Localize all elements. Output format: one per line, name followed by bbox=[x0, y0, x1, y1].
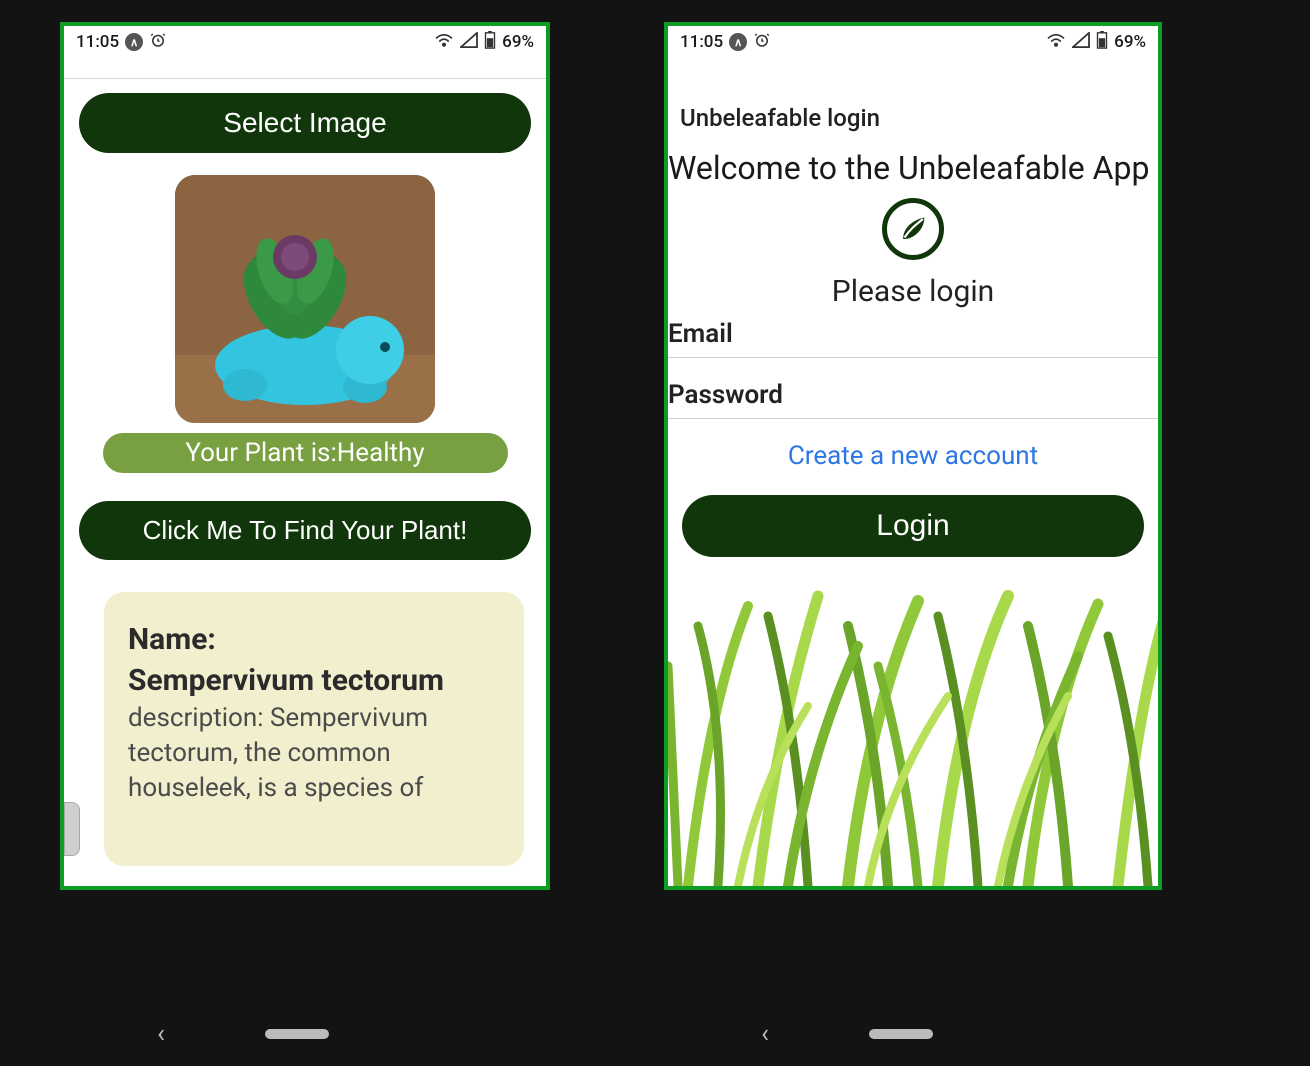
selected-plant-image bbox=[175, 175, 435, 423]
alarm-icon bbox=[753, 31, 771, 54]
grass-decoration bbox=[668, 586, 1158, 886]
nav-home-pill[interactable] bbox=[265, 1029, 329, 1039]
please-login-text: Please login bbox=[668, 274, 1158, 309]
plant-description-label: description: bbox=[128, 703, 264, 733]
app-badge-icon: ∧ bbox=[125, 33, 143, 51]
left-screen: Select Image bbox=[64, 58, 546, 886]
spacer bbox=[668, 58, 1158, 88]
select-image-button[interactable]: Select Image bbox=[79, 93, 531, 153]
status-left-group: 11:05 ∧ bbox=[680, 31, 771, 54]
find-plant-button[interactable]: Click Me To Find Your Plant! bbox=[79, 501, 531, 560]
nav-back-icon[interactable]: ‹ bbox=[761, 1019, 769, 1049]
plant-name-value: Sempervivum tectorum bbox=[128, 661, 500, 702]
right-screen: Unbeleafable login Welcome to the Unbele… bbox=[668, 58, 1158, 886]
signal-icon bbox=[460, 32, 478, 53]
left-phone-frame: 11:05 ∧ 69% Select Image bbox=[60, 22, 550, 890]
battery-percent: 69% bbox=[1114, 32, 1146, 52]
wifi-icon bbox=[434, 32, 454, 53]
android-nav-bar-right: ‹ bbox=[636, 1002, 1184, 1066]
status-time: 11:05 bbox=[680, 32, 723, 52]
nav-home-pill[interactable] bbox=[869, 1029, 933, 1039]
android-nav-bar-left: ‹ bbox=[32, 1002, 580, 1066]
battery-icon bbox=[484, 31, 496, 54]
status-right-group: 69% bbox=[434, 31, 534, 54]
logo-wrap bbox=[668, 198, 1158, 260]
login-header: Unbeleafable login bbox=[668, 88, 1158, 140]
right-phone-frame: 11:05 ∧ 69% Unbeleafable login Welcome t… bbox=[664, 22, 1162, 890]
plant-info-card: Name: Sempervivum tectorum description: … bbox=[104, 592, 524, 866]
app-badge-icon: ∧ bbox=[729, 33, 747, 51]
email-field[interactable]: Email bbox=[668, 309, 1158, 358]
email-label: Email bbox=[668, 319, 733, 349]
status-left-group: 11:05 ∧ bbox=[76, 31, 167, 54]
status-bar: 11:05 ∧ 69% bbox=[668, 26, 1158, 58]
divider bbox=[64, 78, 546, 79]
signal-icon bbox=[1072, 32, 1090, 53]
wifi-icon bbox=[1046, 32, 1066, 53]
health-status-badge: Your Plant is:Healthy bbox=[103, 433, 508, 473]
scroll-indicator bbox=[64, 802, 80, 856]
password-field[interactable]: Password bbox=[668, 370, 1158, 419]
welcome-heading: Welcome to the Unbeleafable App bbox=[668, 140, 1158, 194]
password-label: Password bbox=[668, 380, 783, 410]
status-right-group: 69% bbox=[1046, 31, 1146, 54]
nav-back-icon[interactable]: ‹ bbox=[157, 1019, 165, 1049]
create-account-link[interactable]: Create a new account bbox=[668, 419, 1158, 479]
plant-name-label: Name: bbox=[128, 622, 216, 657]
battery-percent: 69% bbox=[502, 32, 534, 52]
alarm-icon bbox=[149, 31, 167, 54]
status-bar: 11:05 ∧ 69% bbox=[64, 26, 546, 58]
battery-icon bbox=[1096, 31, 1108, 54]
leaf-logo-icon bbox=[882, 198, 944, 260]
status-time: 11:05 bbox=[76, 32, 119, 52]
login-button[interactable]: Login bbox=[682, 495, 1144, 557]
